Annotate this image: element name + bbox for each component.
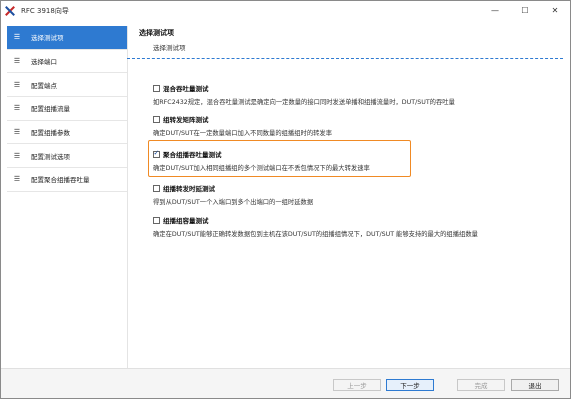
menu-bars-icon: ☰: [13, 151, 21, 160]
option-group-capacity: 组播组容量测试 确定在DUT/SUT能够正确转发数据包到主机在该DUT/SUT的…: [153, 215, 553, 238]
menu-bars-icon: ☰: [13, 104, 21, 113]
close-button[interactable]: ✕: [540, 1, 570, 20]
forwarding-latency-checkbox[interactable]: [153, 184, 160, 192]
page-title: 选择测试项: [139, 29, 174, 37]
maximize-button[interactable]: ☐: [510, 1, 540, 20]
sidebar-item-config-endpoints[interactable]: ☰ 配置端点: [7, 73, 127, 98]
wizard-steps-sidebar: ☰ 选择测试项 ☰ 选择端口 ☰ 配置端点 ☰ 配置组播流量 ☰ 配置组播参数 …: [7, 26, 128, 368]
option-description: 确定在DUT/SUT能够正确转发数据包到主机在该DUT/SUT的组播组情况下，D…: [153, 231, 478, 238]
sidebar-item-config-aggregate-throughput[interactable]: ☰ 配置聚合组播吞吐量: [7, 168, 127, 192]
footer-divider: [1, 368, 570, 369]
minimize-button[interactable]: —: [480, 1, 510, 20]
group-forwarding-matrix-checkbox[interactable]: [153, 115, 160, 123]
sidebar-item-label: 配置端点: [31, 81, 57, 90]
sidebar-item-config-test-options[interactable]: ☰ 配置测试选项: [7, 144, 127, 169]
menu-bars-icon: ☰: [13, 33, 21, 42]
wizard-window: RFC 3918向导 — ☐ ✕ ☰ 选择测试项 ☰ 选择端口 ☰ 配置端点 ☰…: [0, 0, 571, 399]
exit-button[interactable]: 退出: [511, 379, 559, 391]
option-label[interactable]: 组播转发时延测试: [163, 183, 215, 193]
option-forwarding-latency: 组播转发时延测试 得到从DUT/SUT一个入端口到多个出端口的一组时延数据: [153, 183, 553, 206]
menu-bars-icon: ☰: [13, 80, 21, 89]
previous-button[interactable]: 上一步: [333, 379, 381, 391]
menu-bars-icon: ☰: [13, 57, 21, 66]
group-capacity-checkbox[interactable]: [153, 216, 160, 224]
content-header: 选择测试项 选择测试项: [139, 28, 563, 55]
header-divider: [127, 58, 563, 59]
content-panel: 选择测试项 选择测试项 混合吞吐量测试 如RFC2432规定，混合吞吐量测试是确…: [127, 28, 563, 364]
option-description: 确定DUT/SUT在一定数量端口加入不同数量的组播组时的转发率: [153, 130, 333, 137]
window-title: RFC 3918向导: [21, 6, 69, 15]
sidebar-item-label: 配置组播流量: [31, 105, 70, 114]
page-subtitle: 选择测试项: [153, 44, 186, 52]
option-label[interactable]: 组播组容量测试: [163, 215, 209, 225]
sidebar-item-label: 配置聚合组播吞吐量: [31, 176, 90, 185]
next-button[interactable]: 下一步: [386, 379, 434, 391]
option-label[interactable]: 混合吞吐量测试: [163, 83, 209, 93]
sidebar-item-config-multicast-params[interactable]: ☰ 配置组播参数: [7, 121, 127, 145]
app-logo-icon: [5, 6, 15, 16]
option-description: 得到从DUT/SUT一个入端口到多个出端口的一组时延数据: [153, 199, 314, 206]
menu-bars-icon: ☰: [13, 128, 21, 137]
menu-bars-icon: ☰: [13, 175, 21, 184]
option-group-forwarding-matrix: 组转发矩阵测试 确定DUT/SUT在一定数量端口加入不同数量的组播组时的转发率: [153, 114, 553, 137]
title-bar: RFC 3918向导 — ☐ ✕: [1, 1, 570, 20]
option-mixed-throughput: 混合吞吐量测试 如RFC2432规定，混合吞吐量测试是确定向一定数量的接口同时发…: [153, 83, 553, 106]
sidebar-item-label: 配置测试选项: [31, 152, 70, 161]
mixed-throughput-checkbox[interactable]: [153, 84, 160, 92]
option-description: 如RFC2432规定，混合吞吐量测试是确定向一定数量的接口同时发送单播和组播流量…: [153, 99, 455, 106]
finish-button[interactable]: 完成: [457, 379, 505, 391]
sidebar-item-label: 选择测试项: [31, 34, 64, 43]
sidebar-item-label: 选择端口: [31, 58, 57, 67]
option-label[interactable]: 组转发矩阵测试: [163, 114, 209, 124]
window-controls: — ☐ ✕: [480, 1, 570, 20]
sidebar-item-label: 配置组播参数: [31, 129, 70, 138]
selected-option-highlight: [148, 140, 411, 177]
sidebar-item-select-test[interactable]: ☰ 选择测试项: [7, 26, 127, 50]
sidebar-item-config-multicast-traffic[interactable]: ☰ 配置组播流量: [7, 97, 127, 121]
sidebar-item-select-port[interactable]: ☰ 选择端口: [7, 50, 127, 74]
